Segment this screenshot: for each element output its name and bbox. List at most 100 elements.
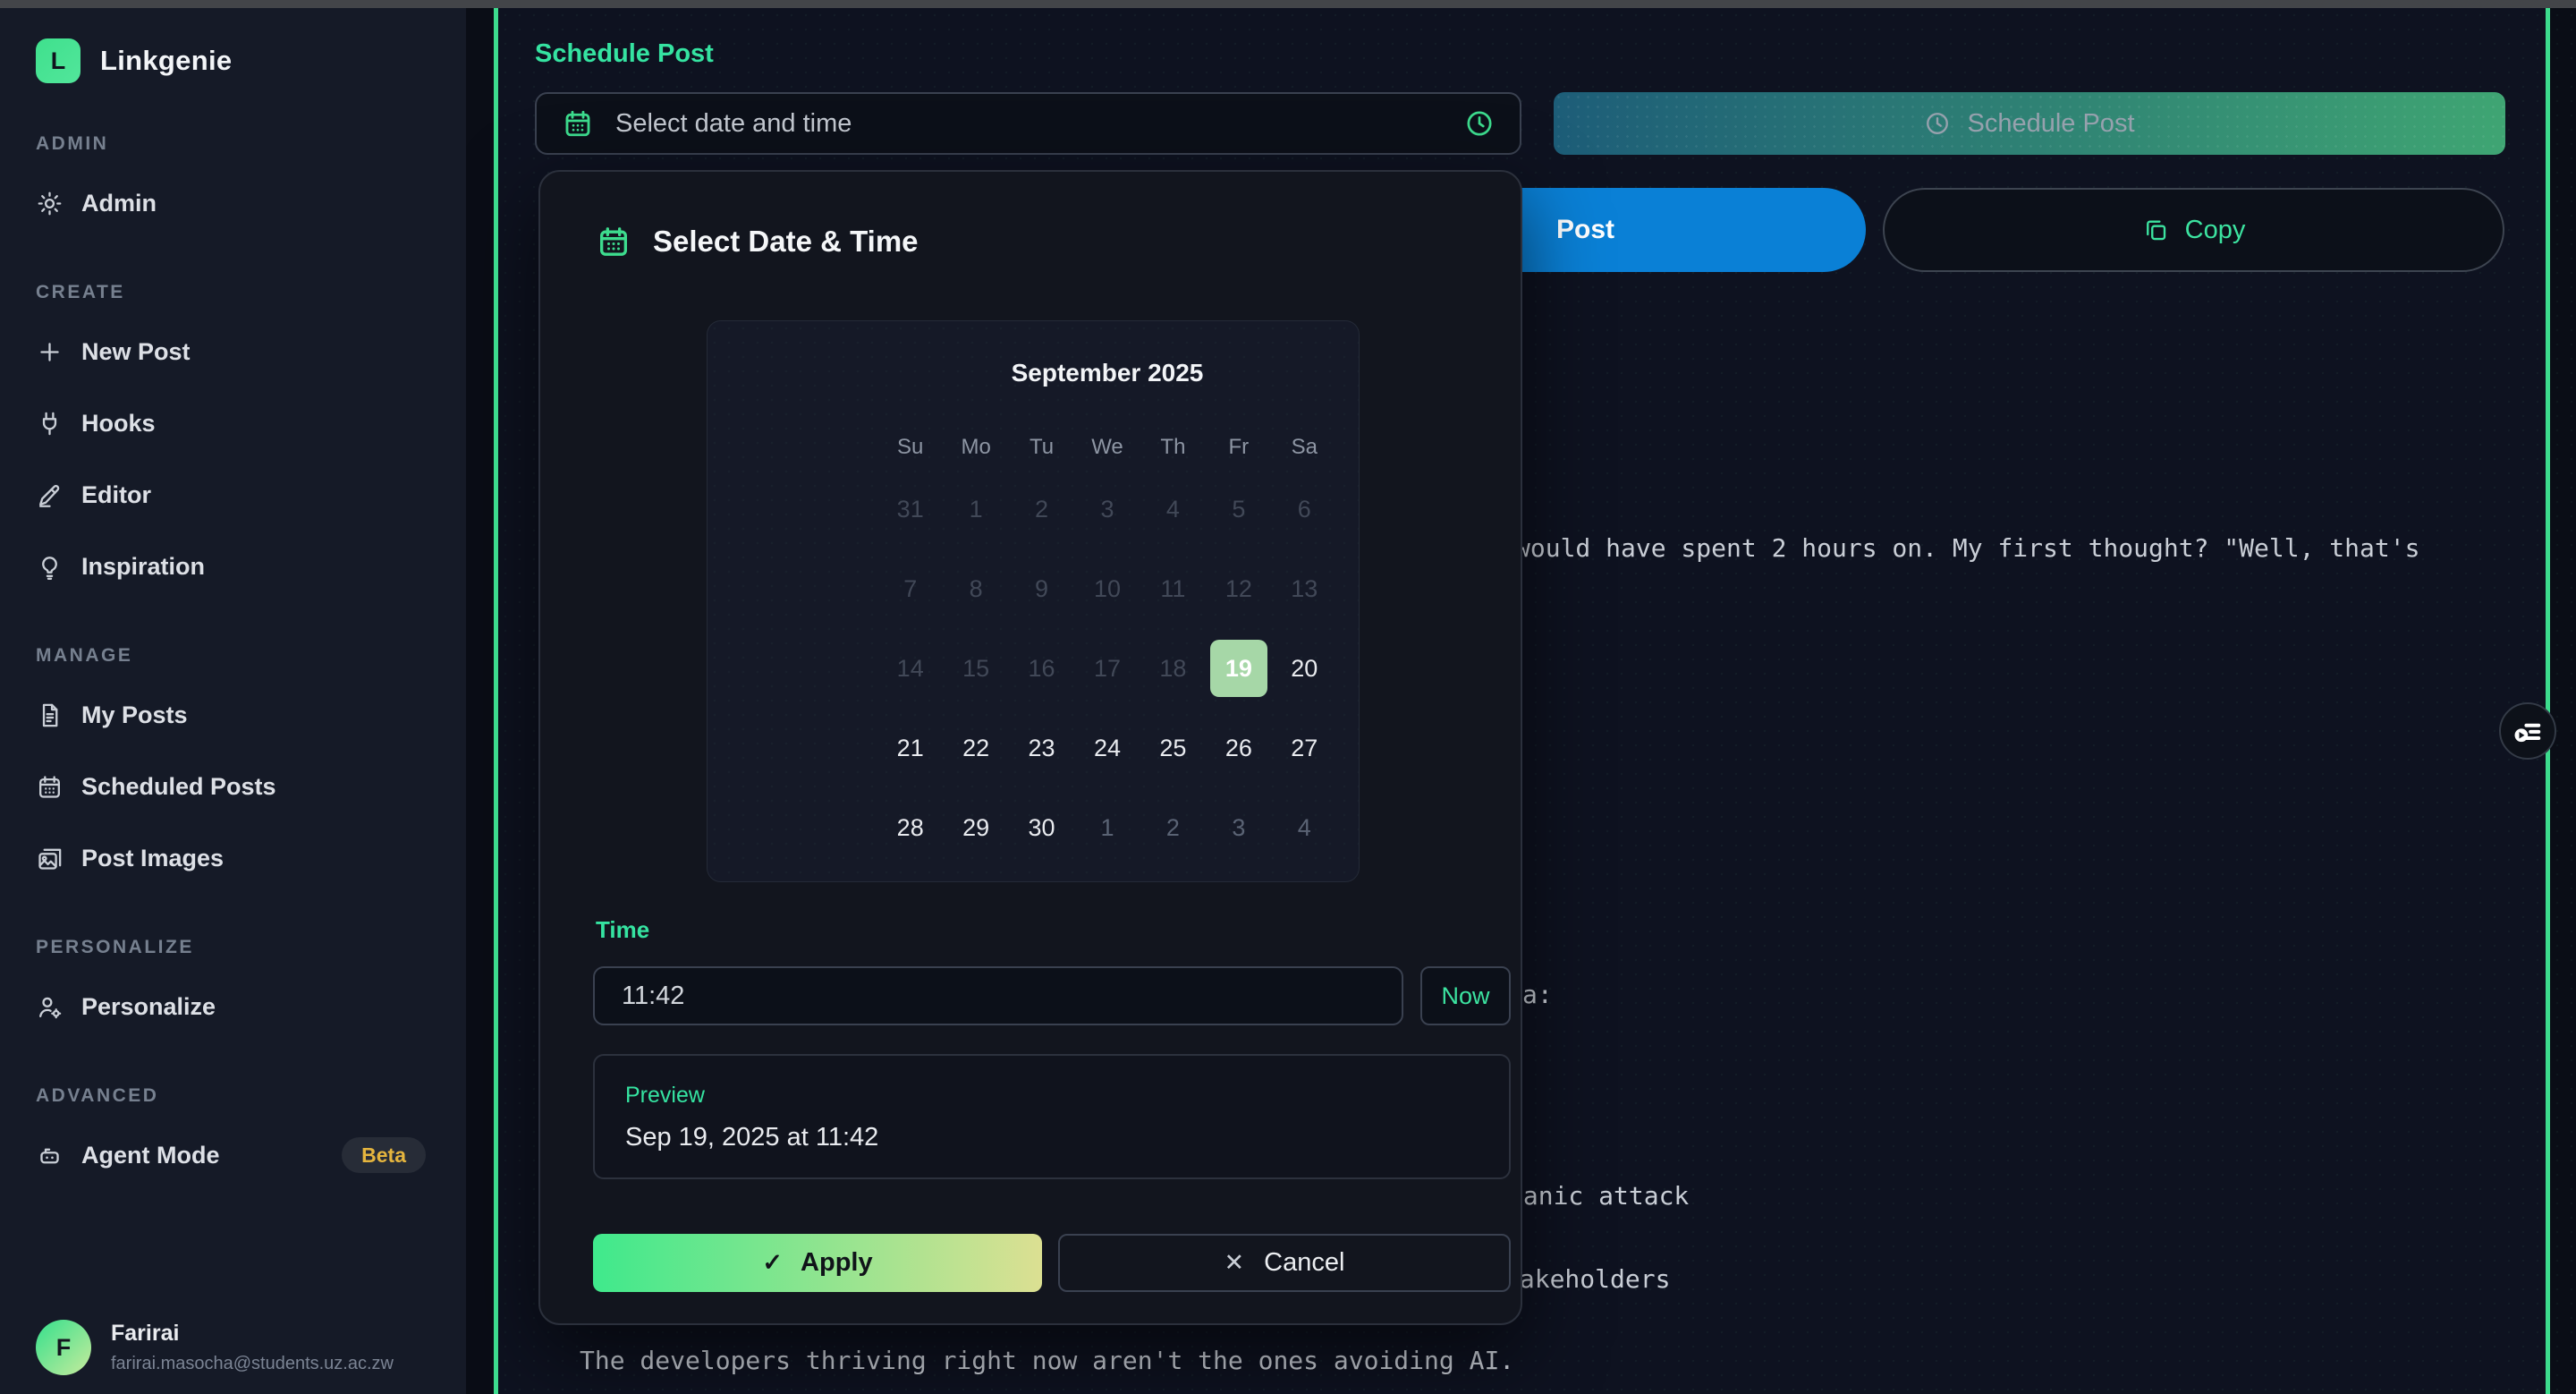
cancel-button[interactable]: ✕ Cancel: [1058, 1234, 1511, 1292]
window-top-strip: [0, 0, 2576, 8]
calendar-day[interactable]: 31: [882, 480, 939, 538]
calendar-day[interactable]: 14: [882, 640, 939, 697]
calendar-day[interactable]: 5: [1210, 480, 1267, 538]
document-icon: [36, 701, 64, 729]
copy-icon: [2142, 217, 2169, 243]
datetime-field[interactable]: Select date and time: [535, 92, 1521, 155]
sidebar-item-label: Hooks: [81, 410, 156, 438]
schedule-post-button[interactable]: Schedule Post: [1554, 92, 2505, 155]
calendar-day-selected[interactable]: 19: [1210, 640, 1267, 697]
sidebar-item-hooks[interactable]: Hooks: [36, 395, 466, 452]
calendar-weekday-row: SuMoTuWeThFrSa: [877, 434, 1337, 461]
calendar-day[interactable]: 7: [882, 560, 939, 617]
user-account[interactable]: F Farirai farirai.masocha@students.uz.ac…: [36, 1320, 394, 1375]
main-content: Schedule Post Select date and time Sched…: [498, 8, 2546, 1394]
sidebar-section-admin: ADMIN Admin: [36, 133, 466, 232]
calendar-day[interactable]: 10: [1079, 560, 1136, 617]
calendar-day[interactable]: 30: [1013, 799, 1071, 856]
calendar-day[interactable]: 25: [1144, 719, 1201, 777]
calendar-day[interactable]: 23: [1013, 719, 1071, 777]
calendar-day[interactable]: 20: [1275, 640, 1333, 697]
calendar-day[interactable]: 18: [1144, 640, 1201, 697]
preview-value: Sep 19, 2025 at 11:42: [625, 1123, 1479, 1152]
sidebar-section-advanced: ADVANCED Agent ModeBeta: [36, 1085, 466, 1184]
plug-icon: [36, 410, 64, 438]
schedule-post-heading: Schedule Post: [535, 39, 714, 69]
content-right-border: [2546, 8, 2550, 1394]
sidebar-item-agent-mode[interactable]: Agent ModeBeta: [36, 1126, 466, 1184]
sidebar-section-label: PERSONALIZE: [36, 937, 466, 960]
sidebar-item-label: Inspiration: [81, 553, 205, 581]
sidebar-item-admin[interactable]: Admin: [36, 174, 466, 232]
sidebar-item-label: New Post: [81, 338, 191, 366]
sidebar-section-personalize: PERSONALIZE Personalize: [36, 937, 466, 1035]
clock-icon: [1924, 110, 1951, 137]
post-text-line: takeholders: [1504, 1264, 1670, 1294]
calendar-day[interactable]: 1: [1079, 799, 1136, 856]
app-logo[interactable]: L Linkgenie: [36, 38, 466, 83]
weekday-label: Fr: [1206, 434, 1271, 461]
calendar-card: September 2025 SuMoTuWeThFrSa 3112345678…: [707, 320, 1360, 882]
calendar-day[interactable]: 16: [1013, 640, 1071, 697]
sidebar-item-label: Personalize: [81, 993, 216, 1021]
calendar-day[interactable]: 22: [947, 719, 1004, 777]
calendar-day[interactable]: 4: [1144, 480, 1201, 538]
time-input[interactable]: [593, 966, 1403, 1025]
sidebar-item-label: Admin: [81, 190, 157, 217]
logo-mark: L: [36, 38, 80, 83]
copy-button[interactable]: Copy: [1883, 188, 2504, 272]
preview-box: Preview Sep 19, 2025 at 11:42: [593, 1054, 1511, 1179]
sidebar-item-label: My Posts: [81, 701, 188, 729]
weekday-label: We: [1074, 434, 1140, 461]
calendar-day[interactable]: 27: [1275, 719, 1333, 777]
sidebar-item-editor[interactable]: Editor: [36, 466, 466, 523]
calendar-day-grid: 3112345678910111213141516171819202122232…: [877, 480, 1337, 856]
now-button[interactable]: Now: [1420, 966, 1511, 1025]
calendar-day[interactable]: 6: [1275, 480, 1333, 538]
weekday-label: Sa: [1272, 434, 1337, 461]
sidebar-item-my-posts[interactable]: My Posts: [36, 686, 466, 744]
calendar-day[interactable]: 3: [1079, 480, 1136, 538]
sidebar-item-label: Editor: [81, 481, 151, 509]
app-screen: L Linkgenie ADMINAdminCREATENew PostHook…: [0, 0, 2576, 1394]
calendar-day[interactable]: 4: [1275, 799, 1333, 856]
sidebar-item-scheduled-posts[interactable]: Scheduled Posts: [36, 758, 466, 815]
calendar-day[interactable]: 15: [947, 640, 1004, 697]
calendar-day[interactable]: 2: [1144, 799, 1201, 856]
sidebar-item-new-post[interactable]: New Post: [36, 323, 466, 380]
calendar-day[interactable]: 11: [1144, 560, 1201, 617]
content-left-border: [494, 8, 498, 1394]
calendar-day[interactable]: 2: [1013, 480, 1071, 538]
apply-button[interactable]: ✓ Apply: [593, 1234, 1042, 1292]
playlist-icon: [2511, 714, 2545, 748]
sidebar-section-create: CREATENew PostHooksEditorInspiration: [36, 282, 466, 595]
sidebar-section-label: ADMIN: [36, 133, 466, 157]
sidebar-section-label: ADVANCED: [36, 1085, 466, 1109]
pencil-icon: [36, 481, 64, 509]
sidebar-item-label: Post Images: [81, 845, 224, 872]
app-name: Linkgenie: [100, 45, 232, 77]
weekday-label: Mo: [943, 434, 1008, 461]
plus-icon: [36, 338, 64, 366]
calendar-day[interactable]: 17: [1079, 640, 1136, 697]
post-text-line: The developers thriving right now aren't…: [580, 1346, 1514, 1375]
calendar-day[interactable]: 24: [1079, 719, 1136, 777]
datetime-picker-modal: Select Date & Time September 2025 SuMoTu…: [538, 170, 1522, 1325]
post-text-line: a:: [1522, 980, 1553, 1009]
right-gutter: [2550, 8, 2576, 1394]
calendar-day[interactable]: 8: [947, 560, 1004, 617]
calendar-day[interactable]: 29: [947, 799, 1004, 856]
calendar-day[interactable]: 12: [1210, 560, 1267, 617]
calendar-day[interactable]: 21: [882, 719, 939, 777]
calendar-day[interactable]: 28: [882, 799, 939, 856]
sidebar-item-post-images[interactable]: Post Images: [36, 829, 466, 887]
calendar-day[interactable]: 13: [1275, 560, 1333, 617]
calendar-day[interactable]: 3: [1210, 799, 1267, 856]
sidebar-item-inspiration[interactable]: Inspiration: [36, 538, 466, 595]
calendar-day[interactable]: 26: [1210, 719, 1267, 777]
modal-title: Select Date & Time: [653, 225, 919, 259]
agent-panel-toggle-button[interactable]: [2499, 702, 2556, 760]
calendar-day[interactable]: 1: [947, 480, 1004, 538]
sidebar-item-personalize[interactable]: Personalize: [36, 978, 466, 1035]
calendar-day[interactable]: 9: [1013, 560, 1071, 617]
